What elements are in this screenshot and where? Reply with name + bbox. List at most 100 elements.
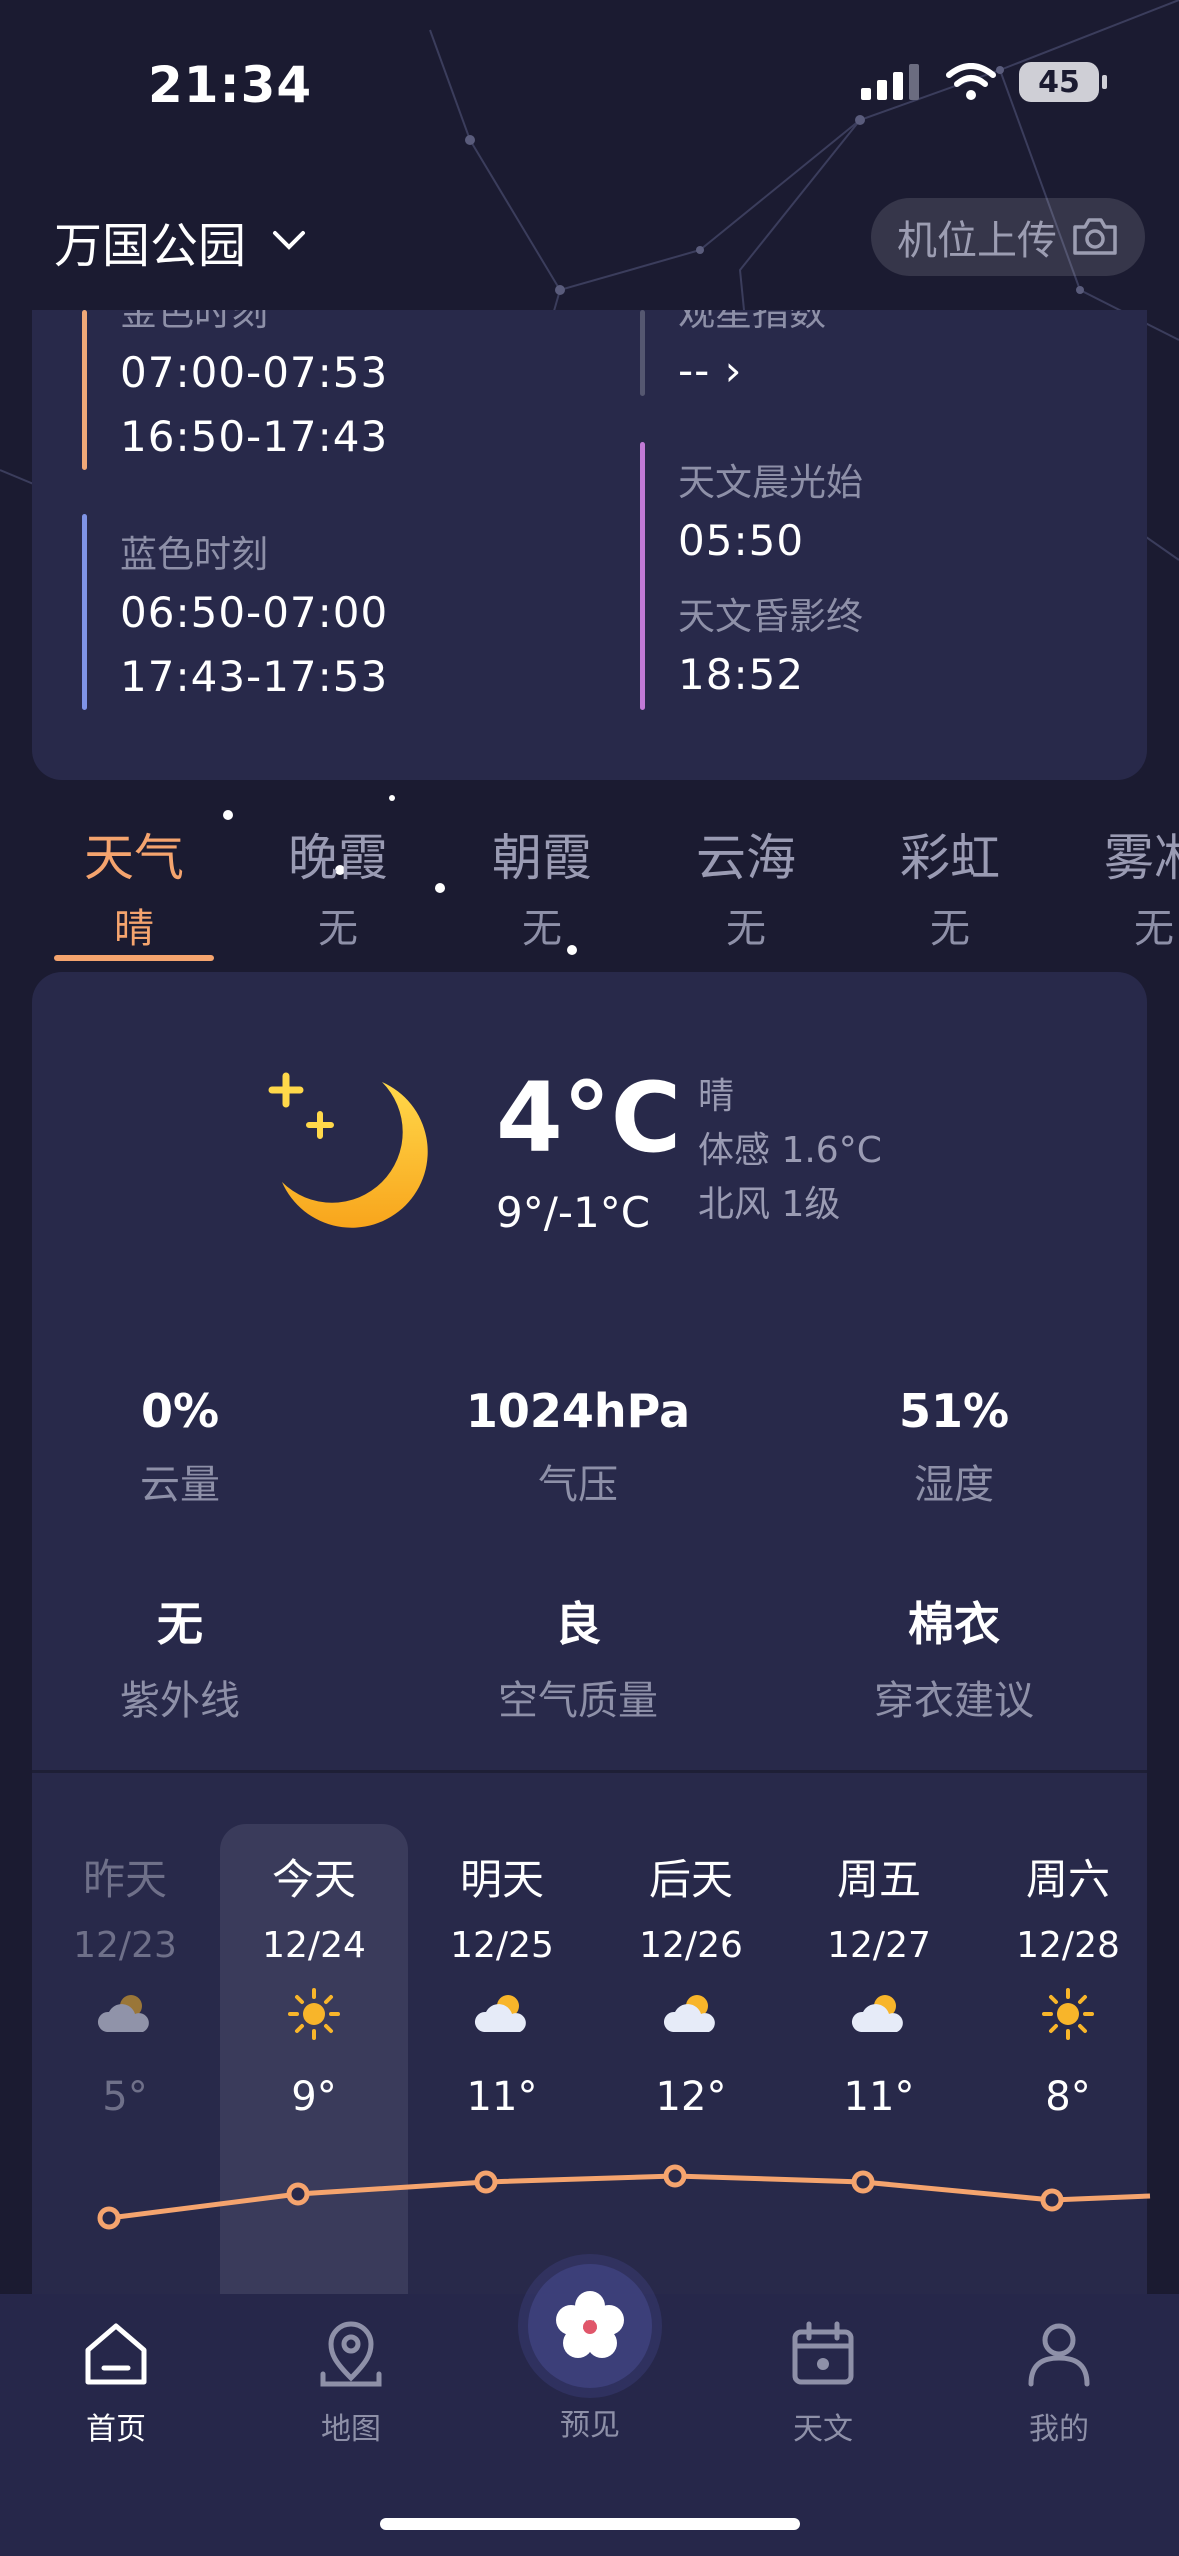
blue-hour-label: 蓝色时刻 [120,533,268,576]
golden-hour-morning: 07:00-07:53 [120,348,389,397]
forecast-date: 12/28 [1016,1925,1120,1966]
forecast-day[interactable]: 后天 12/26 12° [611,1846,771,2120]
stat-label: 紫外线 [120,1678,240,1724]
tab-sunset-glow[interactable]: 晚霞 无 [258,818,418,954]
wind: 北风 1级 [698,1184,841,1225]
trend-point [97,2206,121,2230]
tab-label: 朝霞 [492,829,592,887]
nav-label: 天文 [793,2412,853,2447]
forecast-high: 8° [1045,2074,1091,2120]
forecast-day-name: 周五 [836,1855,921,1904]
camera-icon [1073,218,1117,255]
status-icons: 45 [861,62,1107,102]
trend-line [108,2173,1151,2221]
tab-value: 无 [726,906,766,952]
active-tab-indicator [54,955,214,961]
nav-label: 我的 [1029,2412,1089,2447]
astro-dusk-label: 天文昏影终 [678,595,863,638]
forecast-day-name: 后天 [648,1855,733,1904]
stat-value: 1024hPa [465,1384,691,1438]
forecast-day[interactable]: 周六 12/28 8° [988,1846,1148,2120]
nav-foresee[interactable] [528,2264,652,2388]
forecast-day-name: 今天 [271,1855,356,1904]
astro-dawn-value: 05:50 [678,516,805,565]
stat-humidity: 51% 湿度 [774,1384,1134,1510]
tab-rainbow[interactable]: 彩虹 无 [870,818,1030,954]
map-pin-icon [320,2321,382,2387]
forecast-date: 12/26 [639,1925,743,1966]
status-time: 21:34 [148,56,313,114]
weather-condition: 晴 [698,1076,735,1117]
home-icon [85,2323,147,2385]
nav-label: 首页 [86,2412,146,2447]
forecast-day[interactable]: 昨天 12/23 5° [45,1846,205,2120]
golden-hour-label: 金色时刻 [120,310,268,334]
current-temperature: 4°C [496,1062,682,1174]
stat-value: 棉衣 [908,1597,1000,1651]
blue-hour-morning: 06:50-07:00 [120,588,389,637]
forecast-day[interactable]: 今天 12/24 9° [234,1846,394,2120]
forecast-high: 9° [291,2074,337,2120]
stat-label: 空气质量 [498,1678,658,1724]
user-icon [1028,2323,1090,2387]
tab-sunrise-glow[interactable]: 朝霞 无 [462,818,622,954]
forecast-day-name: 周六 [1025,1855,1110,1904]
forecast-date: 12/27 [827,1925,931,1966]
nav-map[interactable]: 地图 [286,2318,416,2448]
tab-label: 雾凇 [1104,829,1179,887]
stat-uv: 无 紫外线 [0,1588,360,1726]
sun-icon [234,1984,394,2044]
phenomena-tabs: 天气 晴 晚霞 无 朝霞 无 云海 无 彩虹 无 雾凇 无 [0,818,1179,968]
stat-value: 51% [898,1384,1010,1438]
temperature-range: 9°/-1°C [496,1188,651,1237]
forecast-high: 12° [655,2074,727,2120]
tab-value: 无 [930,906,970,952]
trend-point [663,2164,687,2188]
cloud-sun-icon [45,1984,205,2044]
nav-home[interactable]: 首页 [51,2318,181,2448]
flower-icon [556,2291,624,2358]
tab-rime[interactable]: 雾凇 无 [1074,818,1179,954]
nav-label: 预见 [560,2408,620,2443]
calendar-icon [792,2321,854,2385]
weather-details: 晴 体感 1.6°C 北风 1级 [698,1070,882,1232]
forecast-high: 5° [102,2074,148,2120]
wifi-icon [946,63,996,100]
nav-label: 地图 [321,2412,381,2447]
nav-astronomy[interactable]: 天文 [758,2318,888,2448]
location-selector[interactable]: 万国公园 [54,206,306,276]
home-indicator [380,2518,800,2530]
tab-label: 彩虹 [900,829,1000,887]
battery-indicator: 45 [1019,62,1107,102]
stat-cloud-cover: 0% 云量 [0,1384,360,1510]
feels-like: 体感 1.6°C [698,1130,882,1171]
chevron-down-icon [273,231,306,250]
forecast-day-name: 明天 [459,1855,544,1904]
location-name: 万国公园 [54,218,247,274]
stat-value: 良 [555,1597,601,1651]
upload-spot-button[interactable]: 机位上传 [871,198,1145,276]
stat-clothing: 棉衣 穿衣建议 [774,1588,1134,1726]
astro-dawn-label: 天文晨光始 [678,461,863,504]
tab-cloud-sea[interactable]: 云海 无 [666,818,826,954]
nav-profile[interactable]: 我的 [994,2318,1124,2448]
forecast-day[interactable]: 周五 12/27 11° [799,1846,959,2120]
blue-hour-bar [82,514,87,710]
cloud-sun-icon [799,1984,959,2044]
forecast-day[interactable]: 明天 12/25 11° [422,1846,582,2120]
forecast-date: 12/25 [450,1925,554,1966]
stat-label: 穿衣建议 [874,1678,1034,1724]
trend-point [286,2182,310,2206]
stargazing-value[interactable]: -- › [678,346,742,395]
stargazing-label: 观星指数 [678,310,826,334]
stat-label: 云量 [140,1462,220,1508]
forecast-day-name: 昨天 [82,1855,167,1904]
astro-dusk-value: 18:52 [678,650,805,699]
tab-weather[interactable]: 天气 晴 [54,818,214,954]
tab-value: 无 [318,906,358,952]
trend-point [1040,2188,1064,2212]
trend-point [474,2170,498,2194]
sun-icon [988,1984,1148,2044]
tab-value: 无 [522,906,562,952]
golden-hour-evening: 16:50-17:43 [120,412,389,461]
